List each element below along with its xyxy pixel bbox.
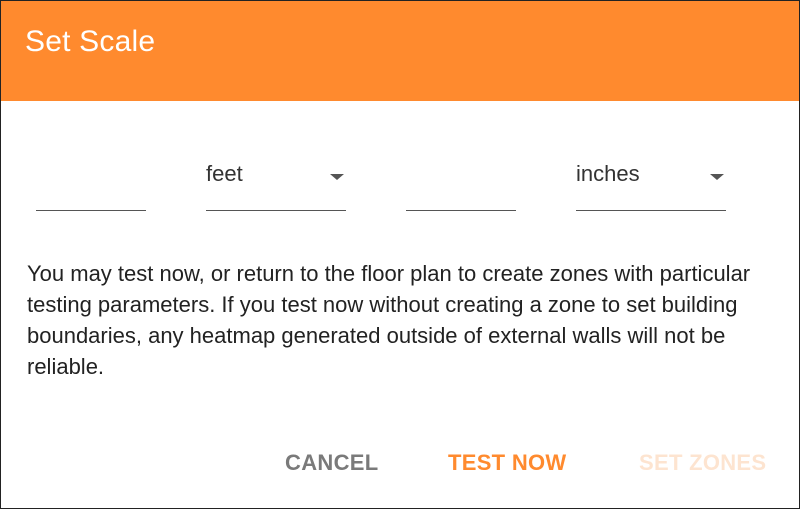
dropdown-arrow-icon: [710, 174, 724, 180]
dialog-header: Set Scale: [1, 1, 799, 101]
set-scale-dialog: Set Scale feet inches You may test now, …: [0, 0, 800, 509]
select-underline: [576, 210, 726, 211]
unit-select-1-value: feet: [206, 161, 243, 186]
distance-input-1-wrapper: [36, 151, 150, 211]
input-underline: [406, 210, 516, 211]
input-underline: [36, 210, 146, 211]
dropdown-arrow-icon: [330, 174, 344, 180]
test-now-button[interactable]: TEST NOW: [448, 450, 567, 476]
unit-select-2[interactable]: inches: [576, 151, 726, 211]
select-underline: [206, 210, 346, 211]
distance-input-2-wrapper: [406, 151, 520, 211]
info-message: You may test now, or return to the floor…: [27, 261, 751, 379]
set-zones-button: SET ZONES: [639, 450, 767, 475]
cancel-button[interactable]: CANCEL: [285, 450, 378, 476]
distance-input-1[interactable]: [36, 151, 150, 211]
unit-select-2-value: inches: [576, 161, 640, 186]
unit-select-1[interactable]: feet: [206, 151, 346, 211]
distance-input-2[interactable]: [406, 151, 520, 211]
dialog-title: Set Scale: [25, 25, 156, 58]
